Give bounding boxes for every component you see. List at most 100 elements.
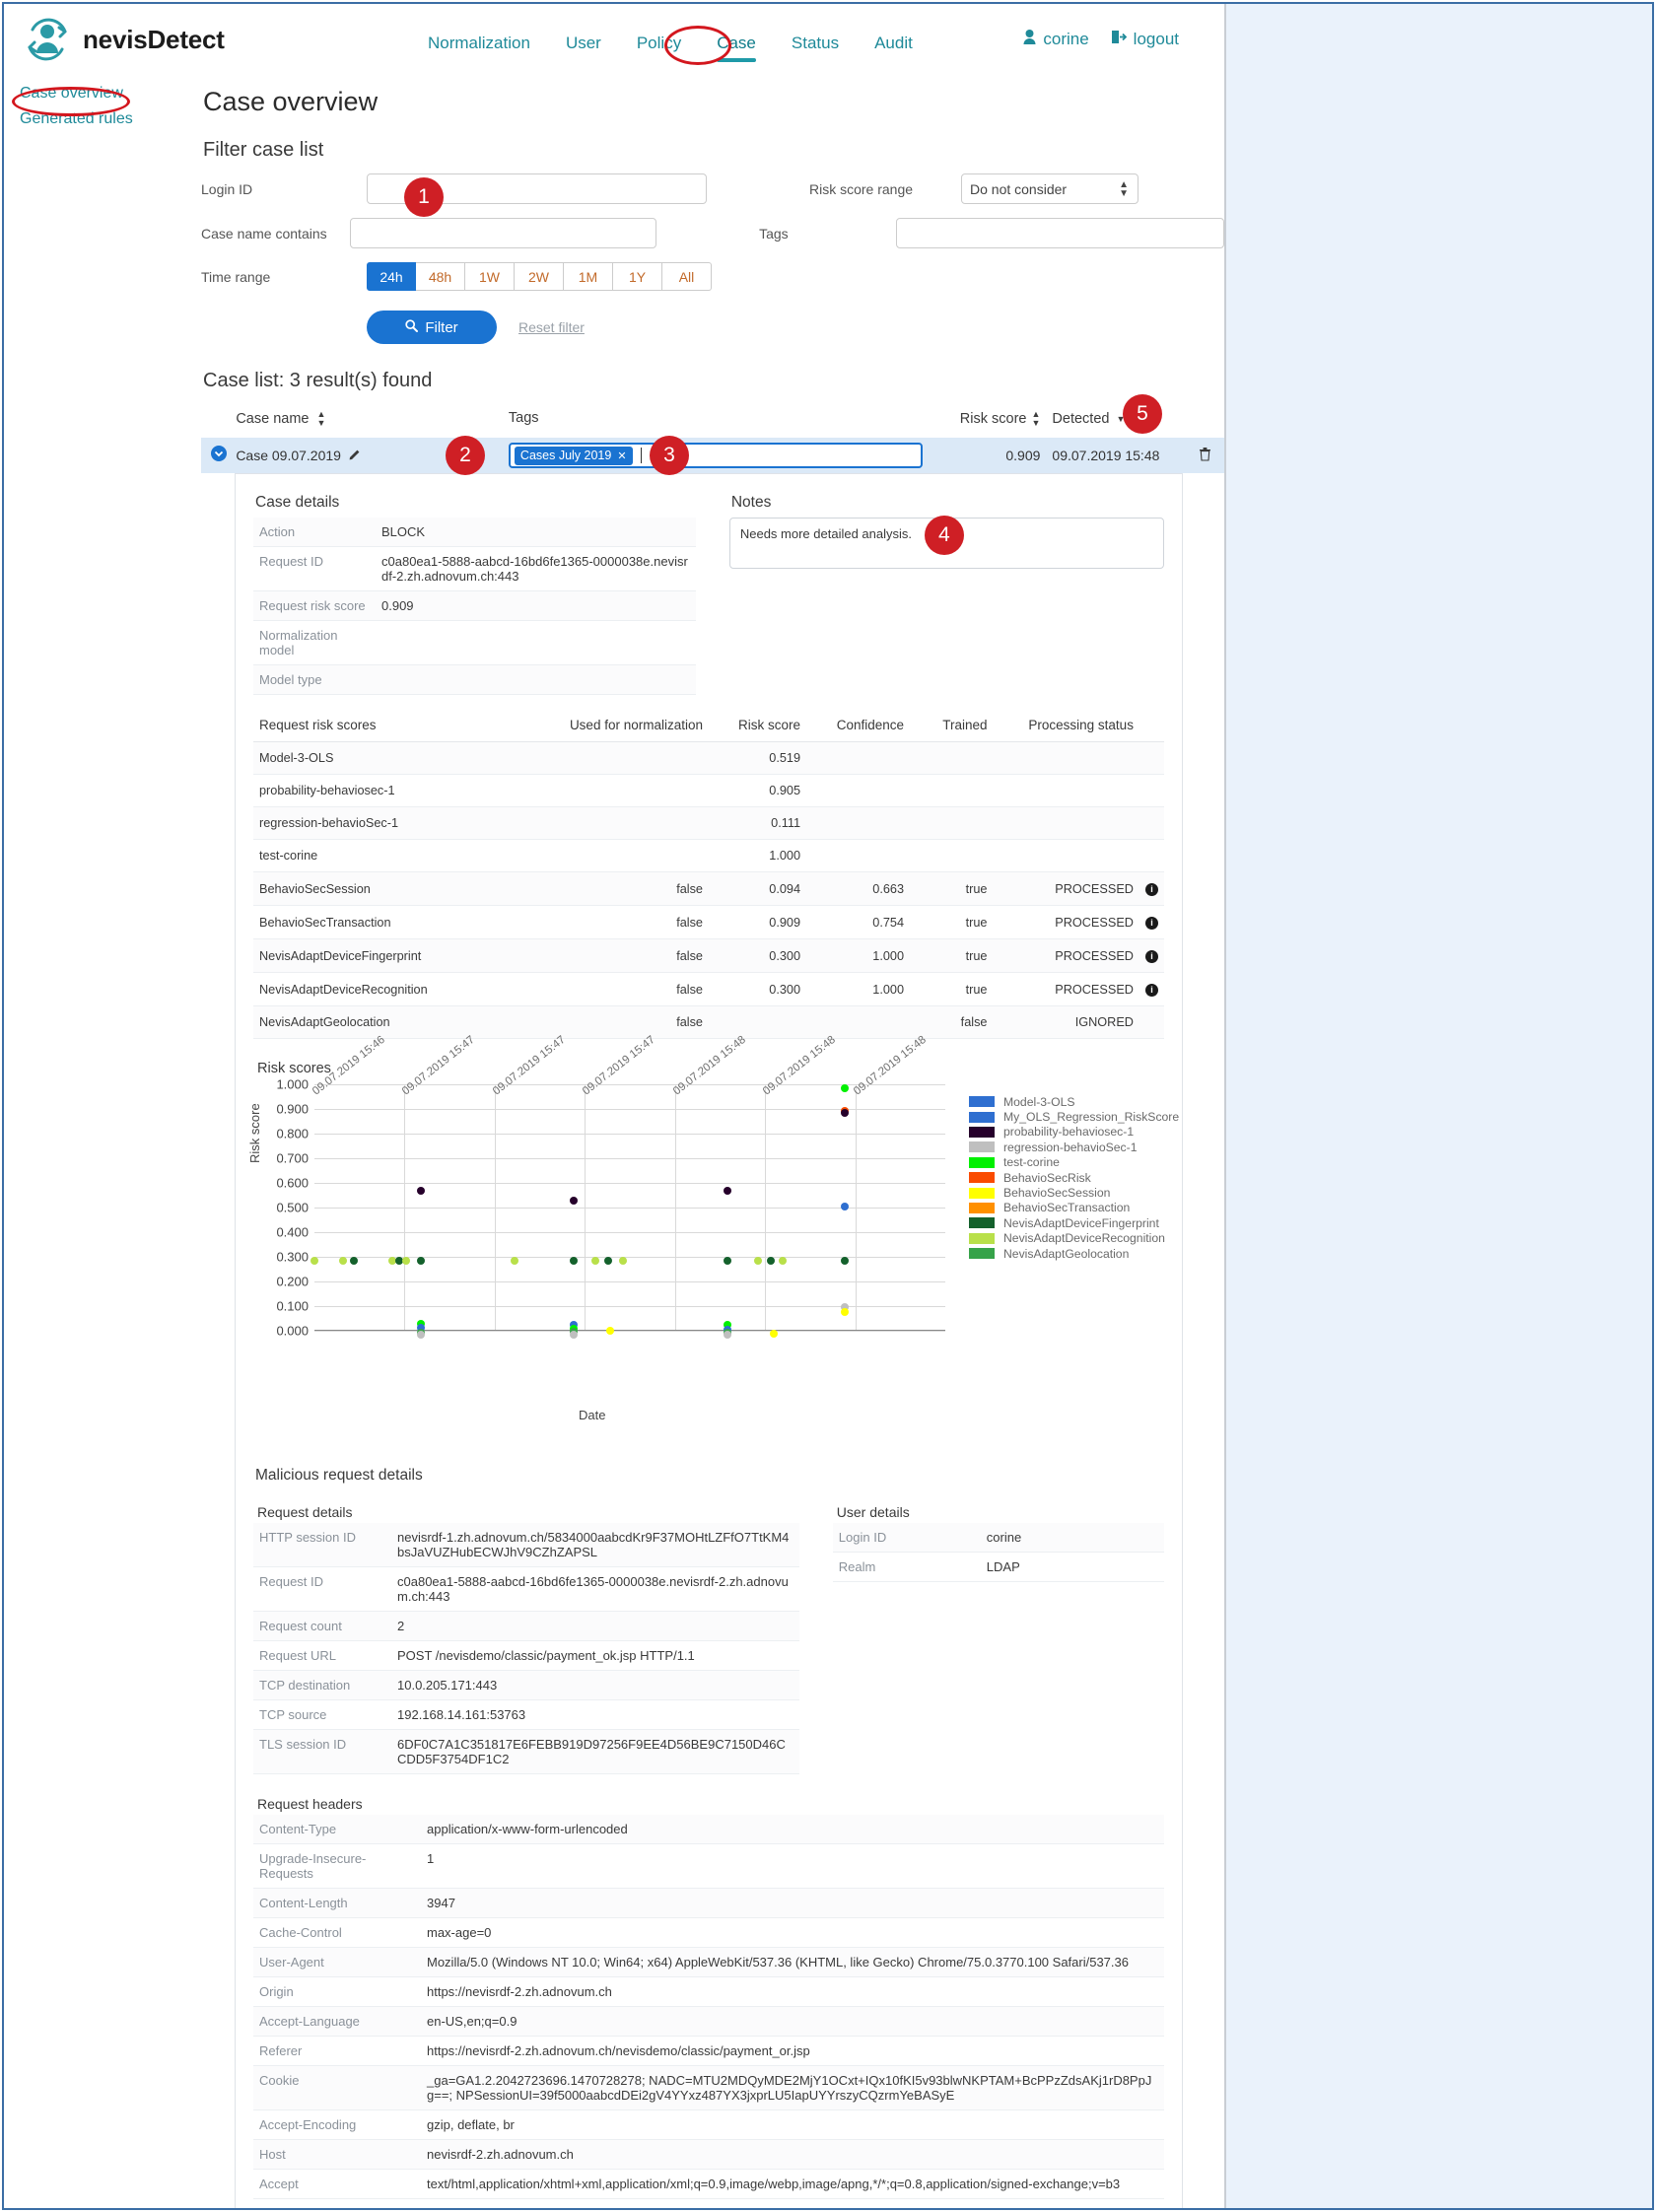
current-user[interactable]: corine bbox=[1023, 30, 1088, 49]
row-key: Login ID bbox=[833, 1523, 981, 1553]
case-col-detected[interactable]: Detected ▼ bbox=[1040, 410, 1185, 428]
cell-status bbox=[993, 840, 1138, 872]
case-col-detected-label: Detected bbox=[1052, 411, 1109, 427]
time-range-24h[interactable]: 24h bbox=[367, 262, 416, 291]
legend-item: My_OLS_Regression_RiskScore bbox=[969, 1109, 1179, 1124]
case-name-label: Case name contains bbox=[201, 226, 350, 242]
case-col-name[interactable]: Case name ▲▼ bbox=[236, 410, 509, 428]
reset-filter-link[interactable]: Reset filter bbox=[518, 319, 585, 335]
chart-y-tick: 0.400 bbox=[276, 1225, 309, 1240]
nav-item-audit[interactable]: Audit bbox=[874, 34, 913, 53]
user-details-block: User details Login IDcorineRealmLDAP bbox=[833, 1488, 1164, 1774]
case-details-table: ActionBLOCK Request IDc0a80ea1-5888-aabc… bbox=[253, 518, 696, 695]
logout-button[interactable]: logout bbox=[1111, 30, 1179, 49]
legend-label: BehavioSecTransaction bbox=[1003, 1201, 1130, 1214]
tags-filter-input[interactable] bbox=[896, 218, 1224, 248]
row-key: Accept-Encoding bbox=[253, 2110, 421, 2140]
callout-ellipse-case-overview bbox=[12, 87, 130, 116]
edit-pencil-icon[interactable] bbox=[349, 448, 361, 463]
row-value bbox=[376, 621, 696, 665]
chart-data-point bbox=[841, 1257, 849, 1265]
chart-data-point bbox=[767, 1257, 775, 1265]
cell-info bbox=[1139, 807, 1164, 840]
table-row: Request IDc0a80ea1-5888-aabcd-16bd6fe136… bbox=[253, 1567, 799, 1612]
case-name-input[interactable] bbox=[350, 218, 656, 248]
row-key: Accept bbox=[253, 2170, 421, 2199]
legend-item: BehavioSecRisk bbox=[969, 1170, 1179, 1185]
cell-used bbox=[529, 775, 709, 807]
case-col-risk[interactable]: Risk score ▲▼ bbox=[925, 410, 1041, 428]
chart-vgridline bbox=[585, 1084, 586, 1331]
chart-data-point bbox=[417, 1257, 425, 1265]
text-caret bbox=[641, 448, 642, 463]
cell-info bbox=[1139, 742, 1164, 775]
legend-label: NevisAdaptDeviceRecognition bbox=[1003, 1231, 1165, 1245]
legend-label: regression-behavioSec-1 bbox=[1003, 1141, 1138, 1154]
cell-trained bbox=[910, 807, 993, 840]
table-row: Hostnevisrdf-2.zh.adnovum.ch bbox=[253, 2140, 1164, 2170]
nav-item-normalization[interactable]: Normalization bbox=[428, 34, 530, 53]
case-detail-panel: Case details ActionBLOCK Request IDc0a80… bbox=[235, 473, 1183, 2210]
chart-data-point bbox=[570, 1331, 578, 1339]
info-icon[interactable]: i bbox=[1139, 939, 1164, 973]
table-row[interactable]: Case 09.07.2019 Cases July 2019 ✕ 0.909 bbox=[201, 438, 1224, 473]
tags-input[interactable]: Cases July 2019 ✕ bbox=[509, 443, 923, 468]
table-row: Upgrade-Insecure-Requests1 bbox=[253, 1844, 1164, 1889]
row-key: Cookie bbox=[253, 2066, 421, 2110]
chart-data-point bbox=[841, 1308, 849, 1316]
table-row: BehavioSecTransactionfalse0.9090.754true… bbox=[253, 906, 1164, 939]
right-rail bbox=[1226, 4, 1652, 2208]
chart-data-point bbox=[511, 1257, 518, 1265]
legend-swatch bbox=[969, 1127, 995, 1138]
info-icon[interactable]: i bbox=[1139, 872, 1164, 906]
cell-score bbox=[709, 1006, 806, 1039]
legend-label: BehavioSecSession bbox=[1003, 1186, 1110, 1200]
table-row: NevisAdaptDeviceFingerprintfalse0.3001.0… bbox=[253, 939, 1164, 973]
nav-item-status[interactable]: Status bbox=[792, 34, 839, 53]
row-key: Referer bbox=[253, 2037, 421, 2066]
user-details-table: Login IDcorineRealmLDAP bbox=[833, 1523, 1164, 1582]
case-row-name-label: Case 09.07.2019 bbox=[236, 448, 341, 463]
row-key: Host bbox=[253, 2140, 421, 2170]
chart-y-tick: 0.600 bbox=[276, 1176, 309, 1191]
nav-item-user[interactable]: User bbox=[566, 34, 601, 53]
legend-swatch bbox=[969, 1096, 995, 1107]
table-row: RealmLDAP bbox=[833, 1553, 1164, 1582]
risk-score-range-select[interactable]: Do not consider ▲▼ bbox=[961, 173, 1138, 204]
chart-vgridline bbox=[495, 1084, 496, 1331]
cell-score: 0.300 bbox=[709, 973, 806, 1006]
table-row: Model-3-OLS0.519 bbox=[253, 742, 1164, 775]
cell-used bbox=[529, 840, 709, 872]
info-icon[interactable]: i bbox=[1139, 906, 1164, 939]
expand-row-icon[interactable] bbox=[201, 446, 236, 465]
filter-row-casename: Case name contains Tags bbox=[201, 218, 1224, 248]
filter-button[interactable]: Filter bbox=[367, 311, 497, 344]
time-range-2w[interactable]: 2W bbox=[515, 262, 564, 291]
malicious-request-details-title: Malicious request details bbox=[255, 1467, 1164, 1485]
case-row-detected: 09.07.2019 15:48 bbox=[1040, 448, 1185, 463]
time-range-all[interactable]: All bbox=[662, 262, 712, 291]
delete-case-icon[interactable] bbox=[1186, 447, 1224, 464]
case-row-risk: 0.909 bbox=[925, 448, 1041, 463]
cell-name: regression-behavioSec-1 bbox=[253, 807, 529, 840]
detail-top-row: Case details ActionBLOCK Request IDc0a80… bbox=[253, 488, 1164, 695]
chart-data-point bbox=[841, 1084, 849, 1092]
time-range-1m[interactable]: 1M bbox=[564, 262, 613, 291]
case-col-tags: Tags bbox=[509, 410, 925, 428]
row-key: TCP destination bbox=[253, 1671, 391, 1700]
chart-gridline bbox=[314, 1109, 945, 1110]
tag-remove-icon[interactable]: ✕ bbox=[617, 449, 626, 462]
col-info bbox=[1139, 713, 1164, 742]
chart-x-axis bbox=[314, 1330, 945, 1331]
time-range-1y[interactable]: 1Y bbox=[613, 262, 662, 291]
cell-used: false bbox=[529, 973, 709, 1006]
table-row: Originhttps://nevisrdf-2.zh.adnovum.ch bbox=[253, 1977, 1164, 2007]
legend-label: test-corine bbox=[1003, 1155, 1060, 1169]
time-range-1w[interactable]: 1W bbox=[465, 262, 515, 291]
main-content: Case overview Filter case list Login ID … bbox=[201, 81, 1224, 2208]
time-range-48h[interactable]: 48h bbox=[416, 262, 465, 291]
info-icon[interactable]: i bbox=[1139, 973, 1164, 1006]
legend-swatch bbox=[969, 1233, 995, 1244]
legend-swatch bbox=[969, 1203, 995, 1213]
login-id-label: Login ID bbox=[201, 181, 367, 197]
